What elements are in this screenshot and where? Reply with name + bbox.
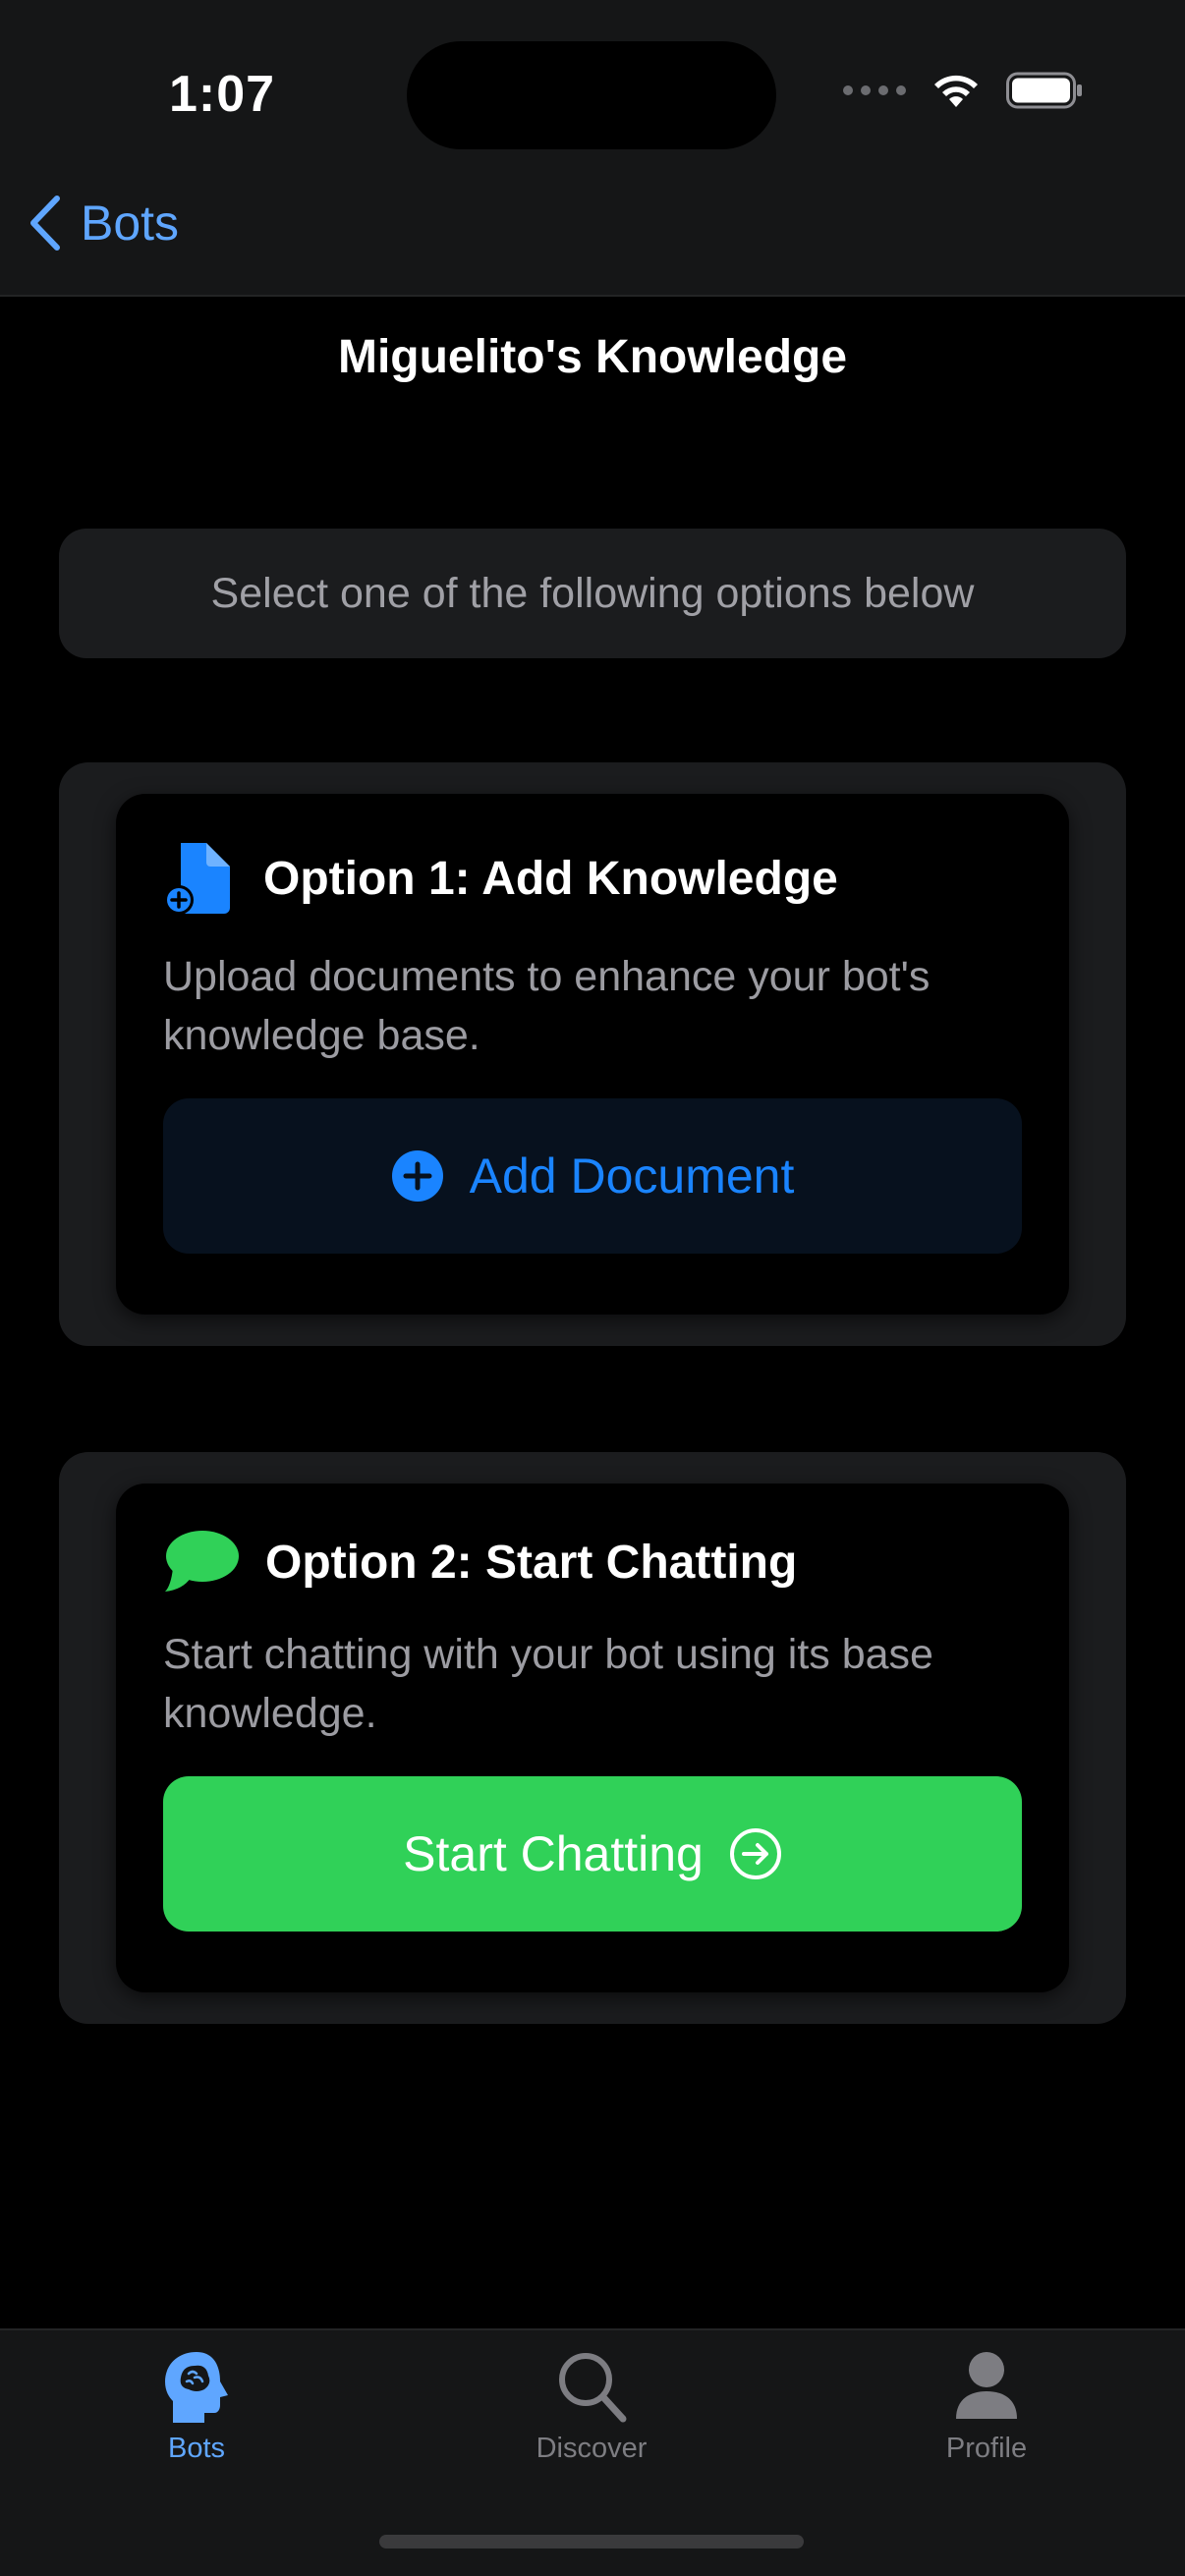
option1-inner: Option 1: Add Knowledge Upload documents… xyxy=(116,794,1069,1315)
option1-title: Option 1: Add Knowledge xyxy=(263,852,838,905)
magnifier-icon xyxy=(559,2353,627,2423)
tab-discover[interactable]: Discover xyxy=(483,2348,700,2465)
back-button[interactable]: Bots xyxy=(28,195,179,252)
hint-text: Select one of the following options belo… xyxy=(210,569,975,617)
chevron-left-icon xyxy=(30,196,60,251)
status-icons xyxy=(843,71,1083,110)
battery-icon xyxy=(1006,72,1082,109)
home-indicator xyxy=(379,2535,804,2548)
start-chatting-label: Start Chatting xyxy=(403,1826,704,1881)
brain-head-icon xyxy=(165,2352,228,2423)
wifi-icon xyxy=(934,75,978,107)
back-label: Bots xyxy=(81,196,180,251)
top-bar: 1:07 Bots xyxy=(0,0,1185,297)
tab-discover-label: Discover xyxy=(536,2433,648,2464)
screen: 1:07 Bots Miguelito's Knowledge Select o… xyxy=(0,0,1185,2576)
option1-header: Option 1: Add Knowledge xyxy=(163,839,1022,918)
add-document-button[interactable]: Add Document xyxy=(163,1098,1022,1254)
add-document-label: Add Document xyxy=(469,1148,795,1204)
option2-card: Option 2: Start Chatting Start chatting … xyxy=(59,1452,1126,2024)
person-icon xyxy=(956,2352,1017,2419)
tab-bots[interactable]: Bots xyxy=(88,2348,305,2465)
plus-circle-icon xyxy=(391,1150,443,1202)
option2-header: Option 2: Start Chatting xyxy=(163,1529,1022,1596)
hint-box: Select one of the following options belo… xyxy=(59,529,1126,658)
option2-description: Start chatting with your bot using its b… xyxy=(163,1631,933,1737)
option1-description: Upload documents to enhance your bot's k… xyxy=(163,953,931,1059)
chat-bubble-icon xyxy=(165,1531,239,1592)
dynamic-island xyxy=(407,41,776,149)
tab-bots-label: Bots xyxy=(167,2433,226,2464)
status-time: 1:07 xyxy=(169,66,276,123)
signal-dots-icon xyxy=(843,85,906,95)
tab-profile[interactable]: Profile xyxy=(878,2348,1095,2465)
start-chatting-button[interactable]: Start Chatting xyxy=(163,1776,1022,1932)
page-title: Miguelito's Knowledge xyxy=(337,331,848,383)
tab-profile-label: Profile xyxy=(945,2433,1028,2464)
document-add-icon xyxy=(164,843,230,915)
option2-title: Option 2: Start Chatting xyxy=(265,1536,798,1589)
option1-card: Option 1: Add Knowledge Upload documents… xyxy=(59,762,1126,1346)
arrow-right-circle-icon xyxy=(729,1828,781,1879)
option2-inner: Option 2: Start Chatting Start chatting … xyxy=(116,1484,1069,1992)
